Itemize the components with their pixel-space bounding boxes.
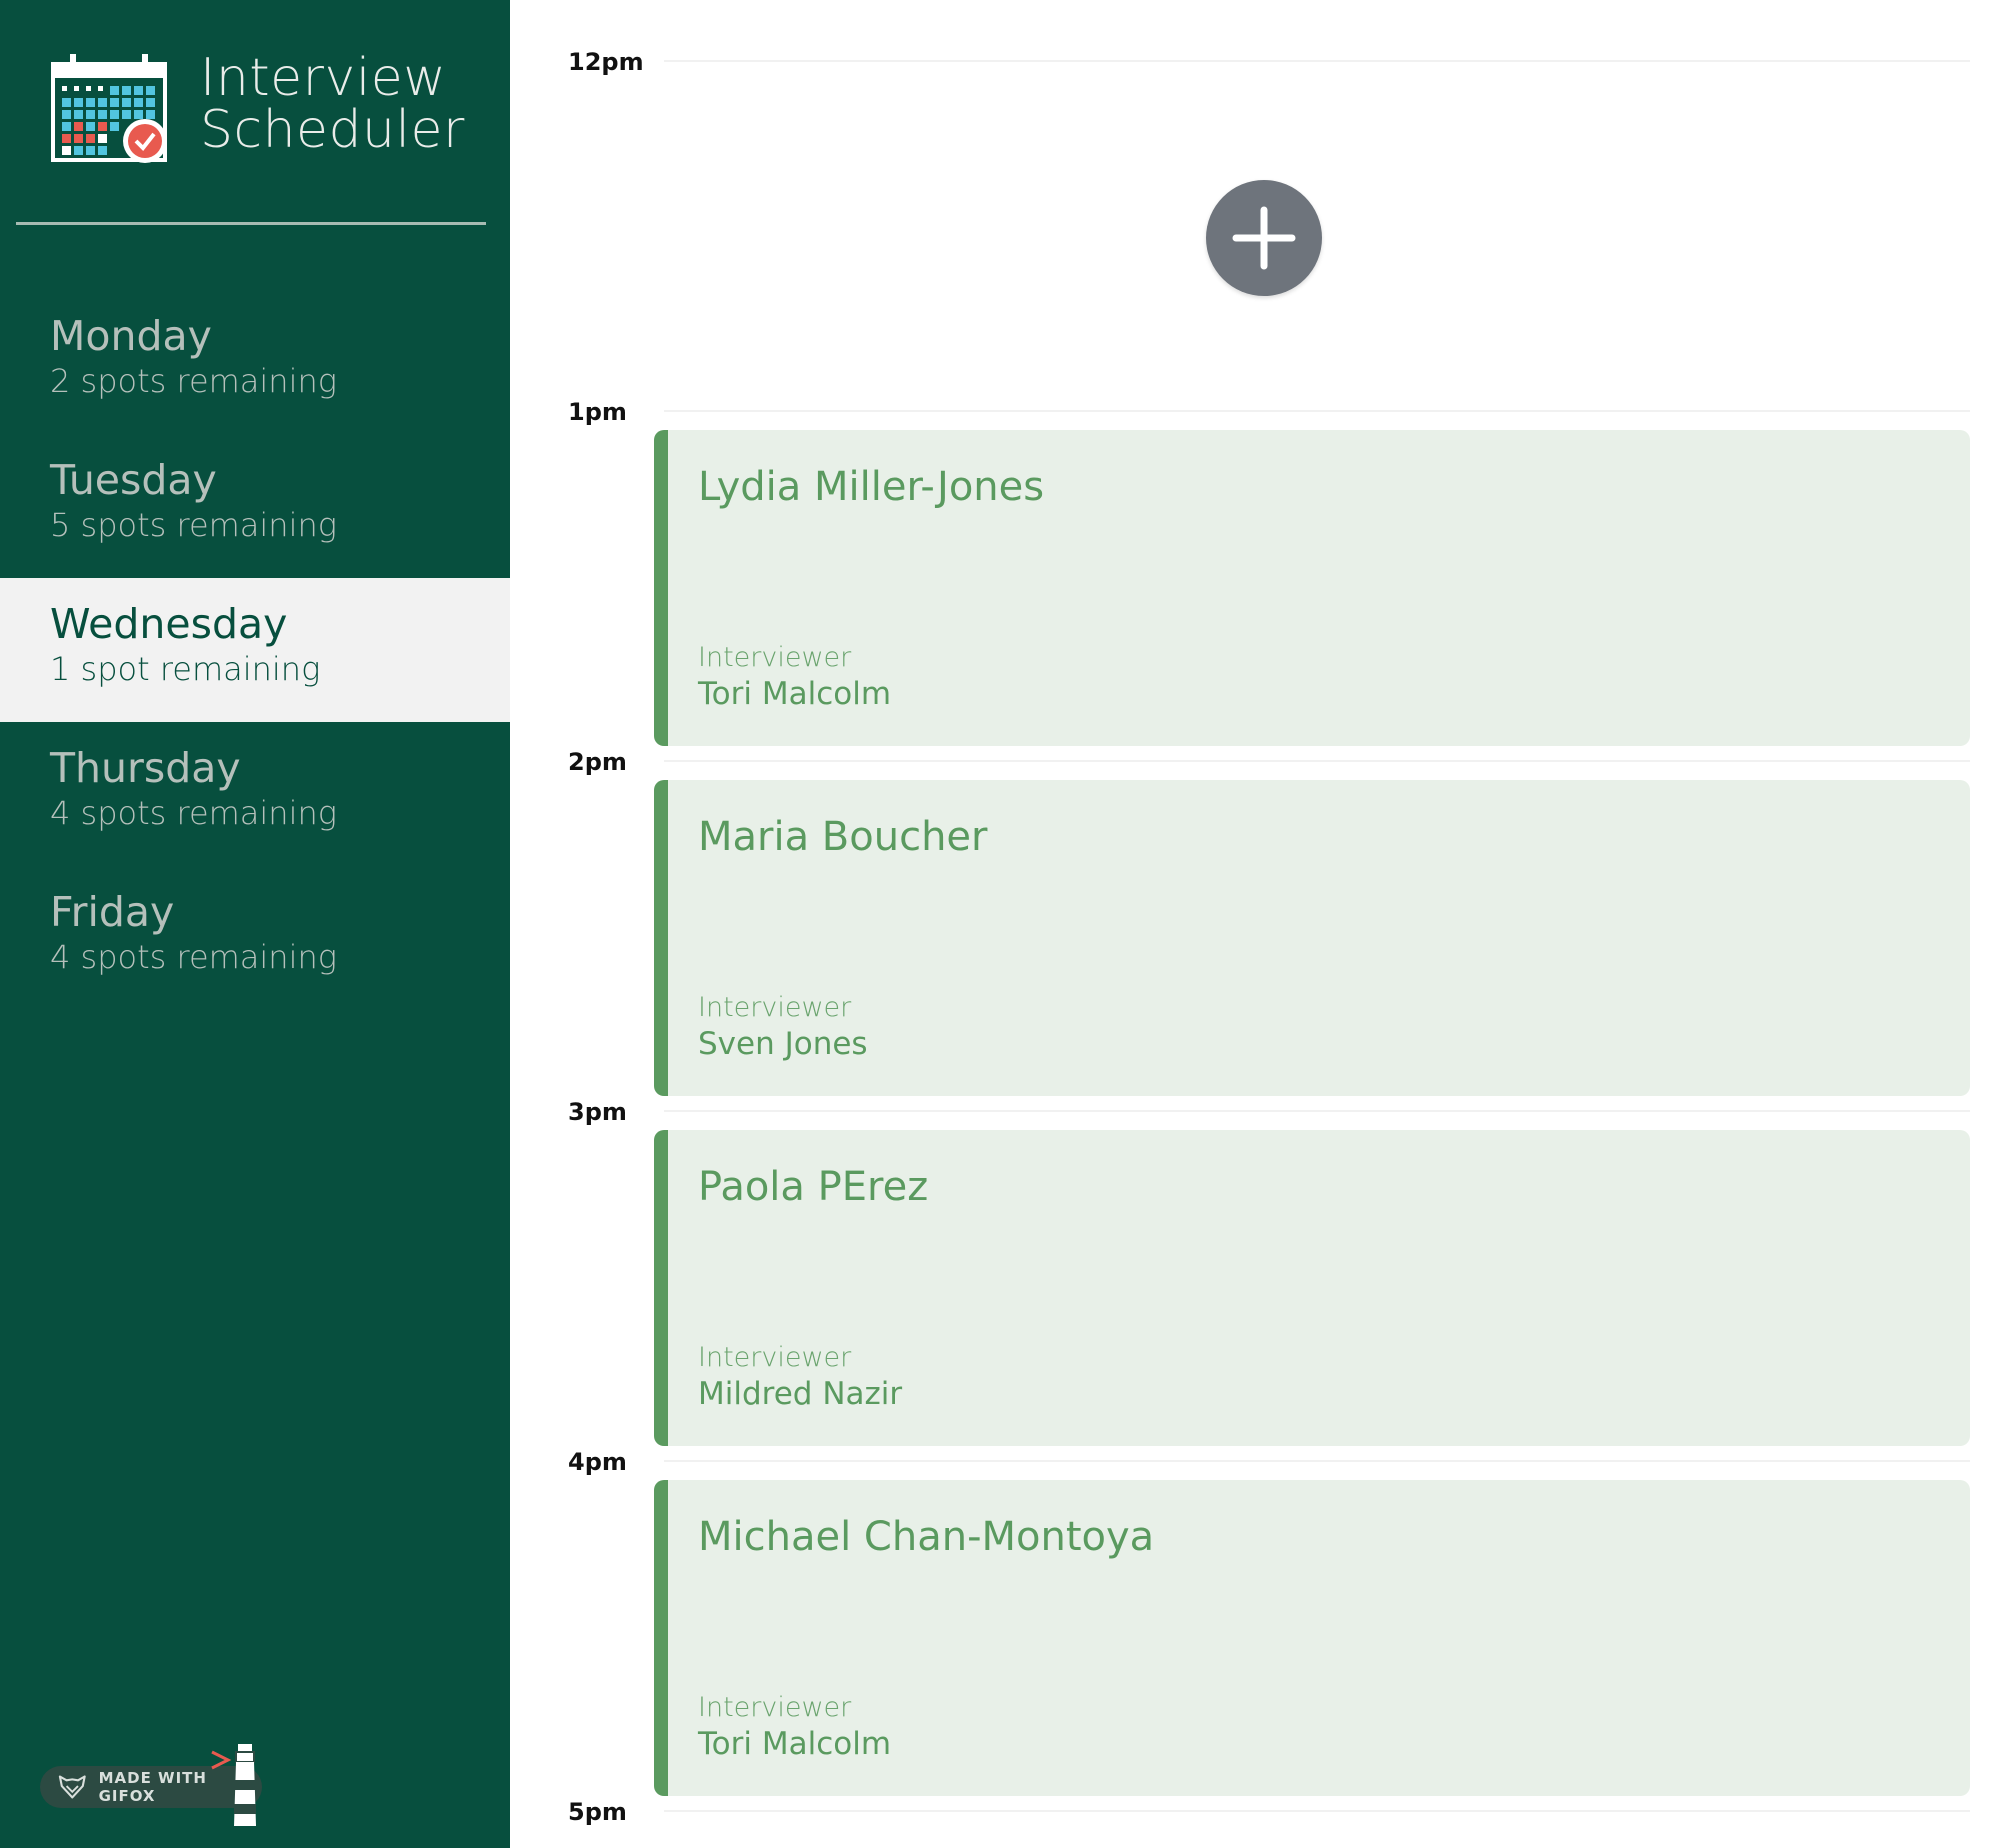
day-spots: 5 spots remaining bbox=[50, 506, 337, 544]
fox-icon bbox=[58, 1775, 86, 1799]
hour-label: 12pm bbox=[568, 48, 644, 76]
interviewer-name: Mildred Nazir bbox=[698, 1376, 903, 1412]
appointment-card[interactable]: Lydia Miller-Jones Interviewer Tori Malc… bbox=[654, 430, 1970, 746]
day-spots: 1 spot remaining bbox=[50, 650, 321, 688]
hour-line bbox=[664, 760, 1970, 762]
day-item-friday[interactable]: Friday 4 spots remaining bbox=[0, 866, 510, 1010]
sidebar-divider bbox=[16, 222, 486, 225]
day-name: Monday bbox=[50, 312, 212, 360]
day-name: Thursday bbox=[50, 744, 241, 792]
day-spots: 4 spots remaining bbox=[50, 938, 337, 976]
day-name: Tuesday bbox=[50, 456, 217, 504]
calendar-check-icon bbox=[51, 54, 167, 163]
hour-line bbox=[664, 1460, 1970, 1462]
student-name: Lydia Miller-Jones bbox=[698, 464, 1045, 510]
interviewer-name: Sven Jones bbox=[698, 1026, 868, 1062]
day-item-tuesday[interactable]: Tuesday 5 spots remaining bbox=[0, 434, 510, 578]
hour-label: 1pm bbox=[568, 398, 627, 426]
interviewer-name: Tori Malcolm bbox=[698, 676, 892, 712]
add-appointment-button[interactable] bbox=[1206, 180, 1322, 296]
hour-label: 3pm bbox=[568, 1098, 627, 1126]
day-spots: 4 spots remaining bbox=[50, 794, 337, 832]
interviewer-label: Interviewer bbox=[698, 1692, 852, 1723]
sidebar: Interview Scheduler Monday 2 spots remai… bbox=[0, 0, 510, 1848]
interviewer-name: Tori Malcolm bbox=[698, 1726, 892, 1762]
schedule: 12pm 1pm 2pm 3pm 4pm 5pm Lydia Miller-Jo… bbox=[510, 0, 2008, 1848]
lighthouse-icon bbox=[211, 1744, 256, 1826]
hour-label: 4pm bbox=[568, 1448, 627, 1476]
app-title-line2: Scheduler bbox=[200, 100, 465, 160]
hour-line bbox=[664, 60, 1970, 62]
hour-line bbox=[664, 1110, 1970, 1112]
student-name: Michael Chan-Montoya bbox=[698, 1514, 1155, 1560]
hour-label: 2pm bbox=[568, 748, 627, 776]
hour-line bbox=[664, 410, 1970, 412]
day-name: Wednesday bbox=[50, 600, 288, 648]
app-title-line1: Interview bbox=[200, 48, 447, 108]
day-spots: 2 spots remaining bbox=[50, 362, 337, 400]
hour-label: 5pm bbox=[568, 1798, 627, 1826]
day-item-monday[interactable]: Monday 2 spots remaining bbox=[0, 290, 510, 434]
day-item-wednesday[interactable]: Wednesday 1 spot remaining bbox=[0, 578, 510, 722]
student-name: Maria Boucher bbox=[698, 814, 988, 860]
app-title: Interview Scheduler bbox=[200, 52, 465, 156]
day-item-thursday[interactable]: Thursday 4 spots remaining bbox=[0, 722, 510, 866]
appointment-card[interactable]: Maria Boucher Interviewer Sven Jones bbox=[654, 780, 1970, 1096]
day-list: Monday 2 spots remaining Tuesday 5 spots… bbox=[0, 290, 510, 1010]
plus-icon bbox=[1232, 206, 1296, 270]
interviewer-label: Interviewer bbox=[698, 992, 852, 1023]
interviewer-label: Interviewer bbox=[698, 642, 852, 673]
brand: Interview Scheduler bbox=[50, 52, 490, 170]
appointment-card[interactable]: Michael Chan-Montoya Interviewer Tori Ma… bbox=[654, 1480, 1970, 1796]
hour-line bbox=[664, 1810, 1970, 1812]
interviewer-label: Interviewer bbox=[698, 1342, 852, 1373]
appointment-card[interactable]: Paola PErez Interviewer Mildred Nazir bbox=[654, 1130, 1970, 1446]
student-name: Paola PErez bbox=[698, 1164, 929, 1210]
day-name: Friday bbox=[50, 888, 175, 936]
